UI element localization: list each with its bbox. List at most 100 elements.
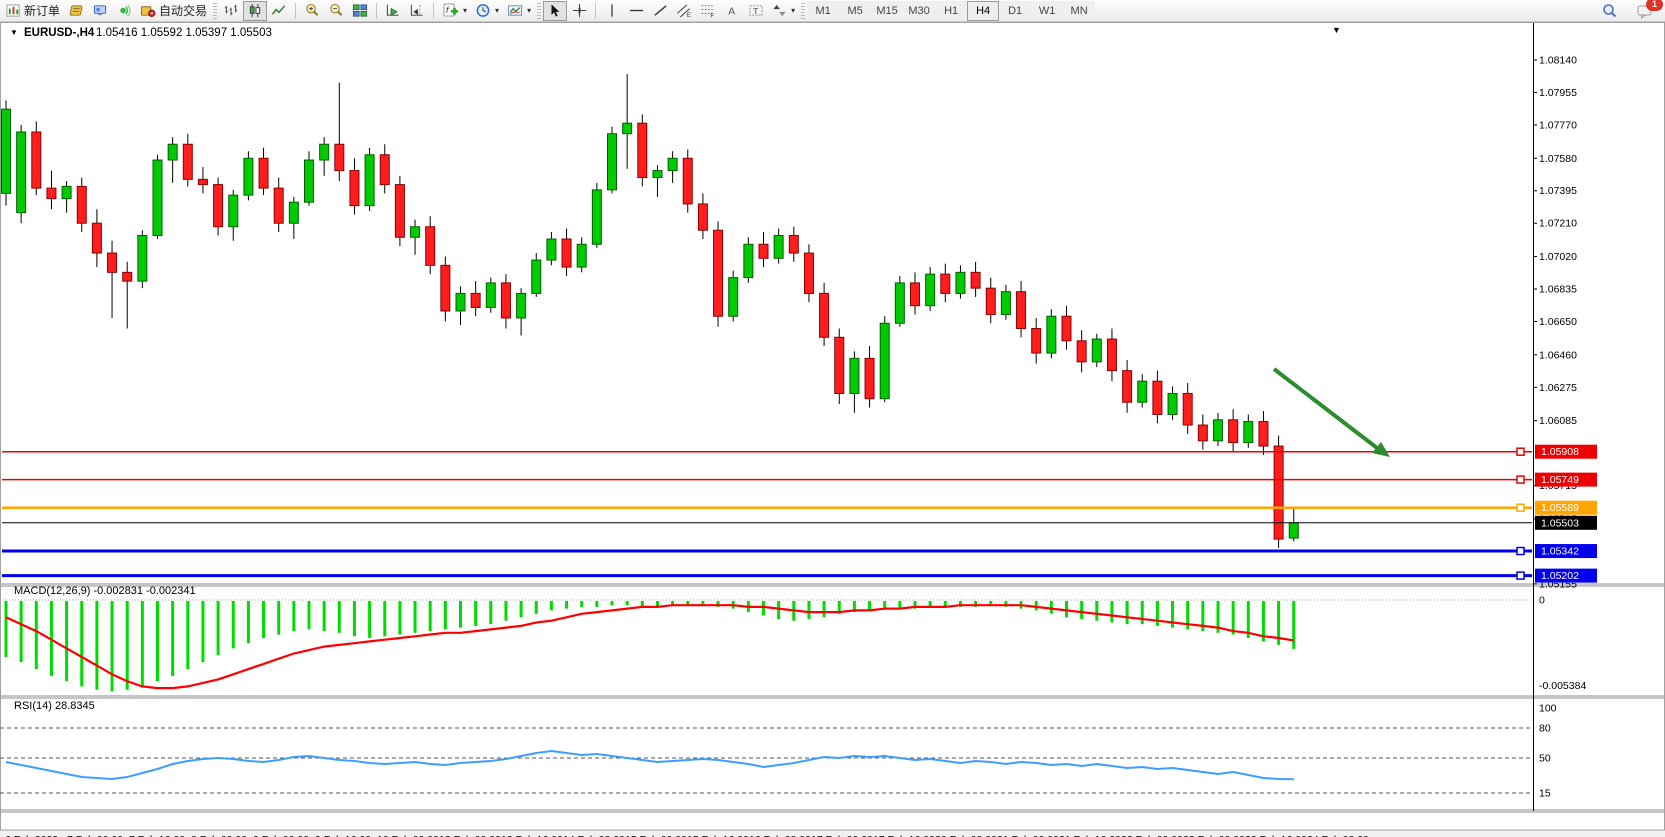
price-tick-label: 1.06650 [1539,316,1577,328]
timeframe-mn-button[interactable]: MN [1063,1,1095,21]
candle-body [411,227,420,238]
indicators-icon: f [442,3,459,19]
timeframe-m1-button[interactable]: M1 [807,1,839,21]
line-chart-button[interactable] [267,1,291,21]
equidistant-channel-button[interactable]: E [672,1,696,21]
autotrading-button[interactable]: 自动交易 [136,1,211,21]
notifications-button[interactable]: 1 [1632,1,1657,21]
candle-body [517,293,526,318]
crosshair-button[interactable] [567,1,591,21]
periods-button[interactable]: ▾ [471,1,503,21]
line-handle[interactable] [1517,504,1524,511]
candle-body [274,188,283,223]
new-order-button[interactable]: 新订单 [2,1,64,21]
line-handle[interactable] [1517,476,1524,483]
bar-chart-button[interactable] [219,1,243,21]
timeframe-m15-button[interactable]: M15 [871,1,903,21]
toolbar-grip [213,3,217,19]
toolbar-grip [801,3,805,19]
candle-body [956,272,965,293]
candle-body [835,337,844,393]
candle-body [1259,422,1268,447]
cursor-button[interactable] [543,1,567,21]
candle-body [244,158,253,195]
candle-body [577,244,586,267]
price-tick-label: 1.06085 [1539,415,1577,427]
market-watch-button[interactable] [64,1,88,21]
candle-body [1047,316,1056,353]
candle-body [880,323,889,398]
bar-chart-icon [223,3,239,18]
templates-button[interactable]: ▾ [503,1,535,21]
rsi-axis-15: 15 [1539,788,1551,800]
objects-group: E F A T ▾ [600,0,799,22]
timeframe-m30-button[interactable]: M30 [903,1,935,21]
rsi-label: RSI(14) 28.8345 [14,700,95,712]
tile-windows-button[interactable] [348,1,372,21]
auto-scroll-button[interactable] [381,1,405,21]
candlestick-button[interactable] [243,1,267,21]
zoom-group [300,0,372,22]
line-handle[interactable] [1517,448,1524,455]
autotrading-label: 自动交易 [159,2,207,19]
horizontal-line-button[interactable] [624,1,648,21]
timeframe-w1-button[interactable]: W1 [1031,1,1063,21]
candle-body [501,283,510,318]
candle-body [214,185,223,227]
timeframe-h1-button[interactable]: H1 [935,1,967,21]
autotrading-icon [140,3,156,18]
trendline-button[interactable] [648,1,672,21]
candle-body [426,227,435,266]
zoom-in-button[interactable] [300,1,324,21]
mt4-window: 新订单 自动交易 [0,0,1665,837]
candle-body [1062,316,1071,341]
chart-shift-button[interactable] [405,1,429,21]
tile-windows-icon [352,3,368,18]
vertical-line-button[interactable] [600,1,624,21]
chart-background [0,22,1665,830]
price-tick-label: 1.07020 [1539,251,1577,263]
candle-body [744,244,753,277]
text-button[interactable]: A [720,1,744,21]
indicators-button[interactable]: f ▾ [438,1,471,21]
chart-title: EURUSD-,H4 [24,27,95,39]
candle-body [895,283,904,323]
candle-body [380,155,389,185]
svg-text:A: A [728,5,735,17]
candle-body [259,158,268,188]
timeframe-m5-button[interactable]: M5 [839,1,871,21]
candle-body [1017,292,1026,329]
candle-body [32,132,41,188]
candle-body [698,204,707,230]
price-tick-label: 1.07395 [1539,185,1577,197]
candle-body [1183,393,1192,425]
periods-clock-icon [475,3,491,18]
candle-body [911,283,920,306]
candle-body [2,109,11,193]
line-handle[interactable] [1517,572,1524,579]
market-watch-book-icon [68,3,84,18]
chart-area[interactable]: 1.081401.079551.077701.075801.073951.072… [0,22,1665,837]
candle-body [1289,523,1298,538]
candle-body [350,171,359,206]
timeframe-d1-button[interactable]: D1 [999,1,1031,21]
text-label-button[interactable]: T [744,1,768,21]
zoom-out-button[interactable] [324,1,348,21]
macd-label: MACD(12,26,9) -0.002831 -0.002341 [14,585,196,597]
candle-body [759,244,768,258]
candle-body [532,260,541,293]
timeframe-h4-button[interactable]: H4 [967,1,999,21]
signals-button[interactable] [112,1,136,21]
fibonacci-button[interactable]: F [696,1,720,21]
candle-body [1107,339,1116,371]
price-chip-label: 1.05503 [1541,517,1579,529]
rsi-axis-50: 50 [1539,753,1551,765]
trendline-icon [653,3,668,18]
search-button[interactable] [1597,1,1622,21]
arrows-button[interactable]: ▾ [768,1,799,21]
navigator-button[interactable] [88,1,112,21]
chart-shift-icon [409,3,425,18]
line-handle[interactable] [1517,548,1524,555]
macd-axis-zero: 0 [1539,595,1545,607]
chevron-down-icon: ▾ [495,6,499,15]
